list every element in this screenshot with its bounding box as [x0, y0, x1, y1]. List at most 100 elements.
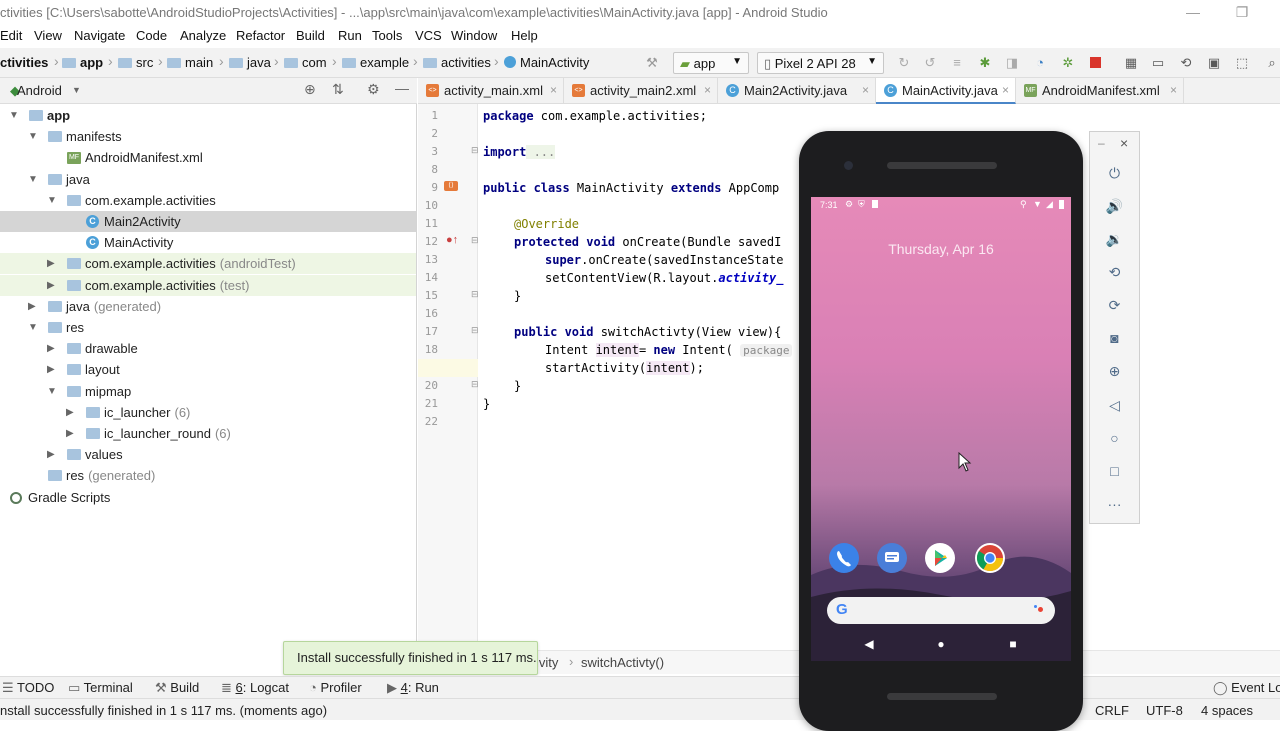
device-select[interactable]: ▯ Pixel 2 API 28 ▼ — [757, 52, 884, 74]
device-explorer-icon[interactable]: ⬚ — [1234, 55, 1250, 71]
tree-item[interactable]: ▼ res — [0, 317, 416, 338]
tree-item[interactable]: res (generated) — [0, 465, 416, 486]
tree-item[interactable]: C Main2Activity — [0, 211, 416, 232]
menu-build[interactable]: Build — [296, 28, 325, 43]
gear-icon[interactable]: ⚙ — [367, 81, 380, 98]
project-structure-icon[interactable]: ▦ — [1123, 55, 1139, 71]
crumb-app[interactable]: app — [62, 55, 103, 70]
tree-item[interactable]: ▶ ic_launcher (6) — [0, 402, 416, 423]
run-config-select[interactable]: ▰ app ▼ — [673, 52, 749, 74]
override-icon[interactable]: ●↑ — [446, 234, 458, 246]
locate-icon[interactable]: ⊕ — [304, 81, 316, 98]
breadcrumb-class[interactable]: ivity — [536, 655, 558, 670]
assistant-icon[interactable] — [1034, 605, 1037, 608]
tree-item[interactable]: ▶ ic_launcher_round (6) — [0, 423, 416, 444]
project-view-select[interactable]: Android — [17, 83, 62, 98]
home-date-widget[interactable]: Thursday, Apr 16 — [811, 241, 1071, 257]
tool-build[interactable]: ⚒ Build — [155, 680, 199, 696]
tree-item[interactable]: ▼ com.example.activities — [0, 190, 416, 211]
tree-item[interactable]: MF AndroidManifest.xml — [0, 147, 416, 168]
chevron-right-icon[interactable]: ▶ — [47, 253, 55, 274]
tree-item[interactable]: ▶ values — [0, 444, 416, 465]
status-message[interactable]: nstall successfully finished in 1 s 117 … — [0, 703, 327, 718]
editor-tab[interactable]: <> activity_main.xml × — [418, 78, 564, 104]
breadcrumb-method[interactable]: switchActivty() — [581, 655, 664, 670]
tree-item[interactable]: ▶ layout — [0, 359, 416, 380]
chevron-down-icon[interactable]: ▼ — [28, 169, 38, 190]
close-icon[interactable]: × — [862, 78, 869, 103]
attach-debugger-icon[interactable]: ◨ — [1004, 55, 1020, 71]
file-encoding[interactable]: UTF-8 — [1146, 703, 1183, 718]
tree-item[interactable]: C MainActivity — [0, 232, 416, 253]
tool-event-log[interactable]: ◯ Event Log — [1213, 680, 1280, 696]
tree-item[interactable]: ▼ app — [0, 105, 416, 126]
home-icon[interactable]: ○ — [1090, 425, 1139, 451]
nav-back-icon[interactable]: ◀ — [859, 637, 879, 651]
chevron-right-icon[interactable]: ▶ — [28, 296, 36, 317]
menu-analyze[interactable]: Analyze — [180, 28, 226, 43]
rotate-right-icon[interactable]: ⟳ — [1090, 292, 1139, 318]
close-icon[interactable]: × — [1170, 78, 1177, 103]
menu-tools[interactable]: Tools — [372, 28, 402, 43]
chevron-down-icon[interactable]: ▼ — [72, 85, 81, 95]
menu-window[interactable]: Window — [451, 28, 497, 43]
folded-imports[interactable]: ... — [526, 145, 556, 159]
line-separator[interactable]: CRLF — [1095, 703, 1129, 718]
editor-tab[interactable]: C MainActivity.java × — [876, 78, 1016, 104]
sdk-manager-icon[interactable]: ▣ — [1206, 55, 1222, 71]
back-icon[interactable]: ◁ — [1090, 392, 1139, 418]
chevron-down-icon[interactable]: ▼ — [47, 381, 57, 402]
chevron-right-icon[interactable]: ▶ — [66, 423, 74, 444]
more-icon[interactable]: ··· — [1090, 491, 1139, 517]
hammer-icon[interactable]: ⚒ — [644, 55, 660, 71]
close-icon[interactable]: × — [704, 78, 711, 103]
nav-home-icon[interactable]: ● — [931, 637, 951, 651]
minimize-icon[interactable]: — — [1170, 0, 1216, 25]
menu-vcs[interactable]: VCS — [415, 28, 442, 43]
crumb-java[interactable]: java — [229, 55, 271, 70]
apply-code-icon[interactable]: ≡ — [949, 55, 965, 71]
tool-profiler[interactable]: ◔ Profiler — [309, 680, 362, 695]
menu-edit[interactable]: Edit — [0, 28, 22, 43]
chevron-down-icon[interactable]: ▼ — [28, 126, 38, 147]
editor-tab[interactable]: <> activity_main2.xml × — [564, 78, 718, 104]
camera-icon[interactable]: ◙ — [1090, 325, 1139, 351]
crumb-activities[interactable]: activities — [423, 55, 491, 70]
sync-icon[interactable]: ⟲ — [1178, 55, 1194, 71]
crumb-main[interactable]: main — [167, 55, 213, 70]
debug-attach-icon[interactable]: ✲ — [1060, 55, 1076, 71]
crumb-src[interactable]: src — [118, 55, 153, 70]
tree-item[interactable]: ▶ drawable — [0, 338, 416, 359]
indent-setting[interactable]: 4 spaces — [1201, 703, 1253, 718]
power-icon[interactable]: ⏻ — [1090, 160, 1139, 186]
tool-todo[interactable]: ☰ TODO — [2, 680, 54, 696]
restore-icon[interactable]: ❐ — [1219, 0, 1265, 25]
chevron-right-icon[interactable]: ▶ — [47, 444, 55, 465]
messages-app-icon[interactable] — [877, 543, 907, 573]
menu-code[interactable]: Code — [136, 28, 167, 43]
editor-tab[interactable]: C Main2Activity.java × — [718, 78, 876, 104]
emulator-close-icon[interactable]: × — [1120, 135, 1128, 151]
volume-up-icon[interactable]: 🔊 — [1090, 193, 1139, 219]
rerun-icon[interactable]: ↻ — [896, 55, 912, 71]
close-icon[interactable]: × — [1002, 78, 1009, 103]
google-search-bar[interactable]: G — [827, 597, 1055, 624]
tool-logcat[interactable]: ≣ 6: Logcat — [221, 680, 289, 696]
crumb-example[interactable]: example — [342, 55, 409, 70]
menu-help[interactable]: Help — [511, 28, 538, 43]
tree-item[interactable]: ▶ java (generated) — [0, 296, 416, 317]
tree-item[interactable]: ▶ com.example.activities (test) — [0, 274, 416, 296]
search-icon[interactable]: ⌕ — [1264, 55, 1280, 71]
menu-refactor[interactable]: Refactor — [236, 28, 285, 43]
tree-item[interactable]: ▼ java — [0, 169, 416, 190]
chevron-down-icon[interactable]: ▼ — [28, 317, 38, 338]
collapse-all-icon[interactable]: ⇅ — [332, 81, 344, 98]
editor-tab[interactable]: MF AndroidManifest.xml × — [1016, 78, 1184, 104]
chrome-app-icon[interactable] — [975, 543, 1005, 573]
overview-icon[interactable]: □ — [1090, 458, 1139, 484]
crumb-project[interactable]: ctivities — [0, 55, 48, 70]
stop-icon[interactable] — [1087, 55, 1103, 71]
volume-down-icon[interactable]: 🔉 — [1090, 226, 1139, 252]
emulator-screen[interactable]: 7:31 ⚙ ⛨ ⚲ ▼ ◢ Thursday, Apr 16 G ◀ ● ■ — [811, 197, 1071, 661]
tree-item[interactable]: ▼ manifests — [0, 126, 416, 147]
